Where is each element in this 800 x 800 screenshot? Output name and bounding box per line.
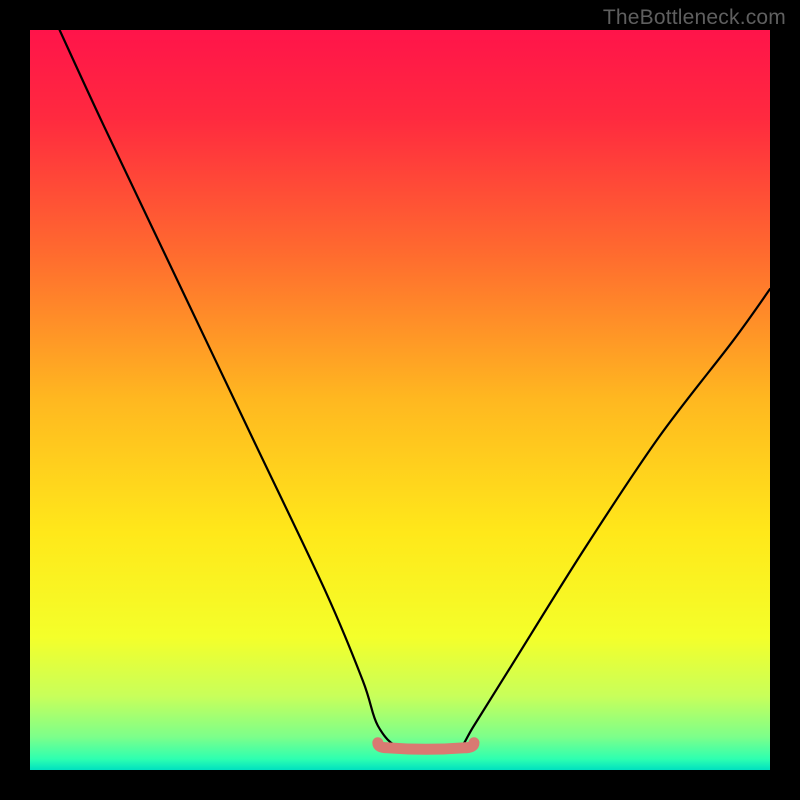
chart-frame: TheBottleneck.com [0, 0, 800, 800]
plot-area [30, 30, 770, 770]
watermark-text: TheBottleneck.com [603, 6, 786, 30]
optimal-range-marker [378, 743, 474, 750]
bottleneck-curve [30, 30, 770, 770]
